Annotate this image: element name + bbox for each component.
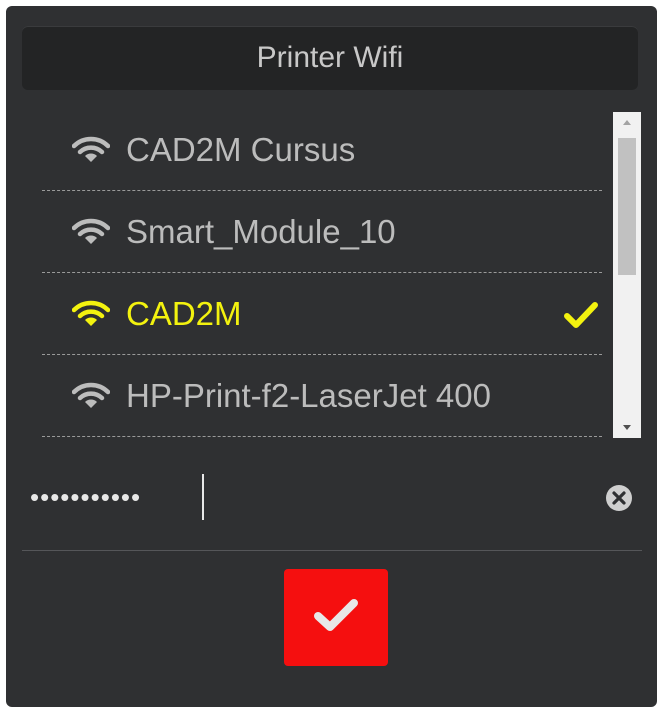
divider — [22, 550, 642, 551]
clear-circle-x-icon[interactable] — [604, 483, 634, 513]
wifi-network-name: CAD2M — [126, 295, 242, 332]
wifi-network-name: Smart_Module_10 — [126, 213, 396, 250]
wifi-icon — [72, 381, 110, 411]
wifi-network-item[interactable]: CAD2M Cursus — [42, 110, 602, 191]
wifi-network-item-selected[interactable]: CAD2M — [42, 274, 602, 355]
dialog-title: Printer Wifi — [22, 26, 638, 90]
wifi-network-name: HP-Print-f2-LaserJet 400 — [126, 377, 491, 414]
text-caret — [202, 474, 204, 520]
wifi-network-item[interactable]: Smart_Module_10 — [42, 192, 602, 273]
scroll-up-arrow-icon[interactable] — [613, 112, 641, 132]
checkmark-icon — [313, 597, 359, 638]
wifi-icon — [72, 135, 110, 165]
wifi-password-input[interactable] — [28, 470, 592, 524]
wifi-network-name: CAD2M Cursus — [126, 131, 356, 168]
wifi-network-list[interactable]: CAD2M Cursus Smart_Module_10 CAD2M HP-Pr… — [42, 110, 612, 438]
list-scrollbar[interactable] — [613, 112, 641, 438]
dialog-title-text: Printer Wifi — [256, 41, 404, 74]
wifi-icon — [72, 299, 110, 329]
scroll-down-arrow-icon[interactable] — [613, 418, 641, 438]
check-icon — [564, 301, 598, 329]
scrollbar-thumb[interactable] — [618, 138, 636, 275]
confirm-button[interactable] — [284, 569, 388, 666]
wifi-network-item[interactable]: HP-Print-f2-LaserJet 400 — [42, 356, 602, 437]
wifi-icon — [72, 217, 110, 247]
